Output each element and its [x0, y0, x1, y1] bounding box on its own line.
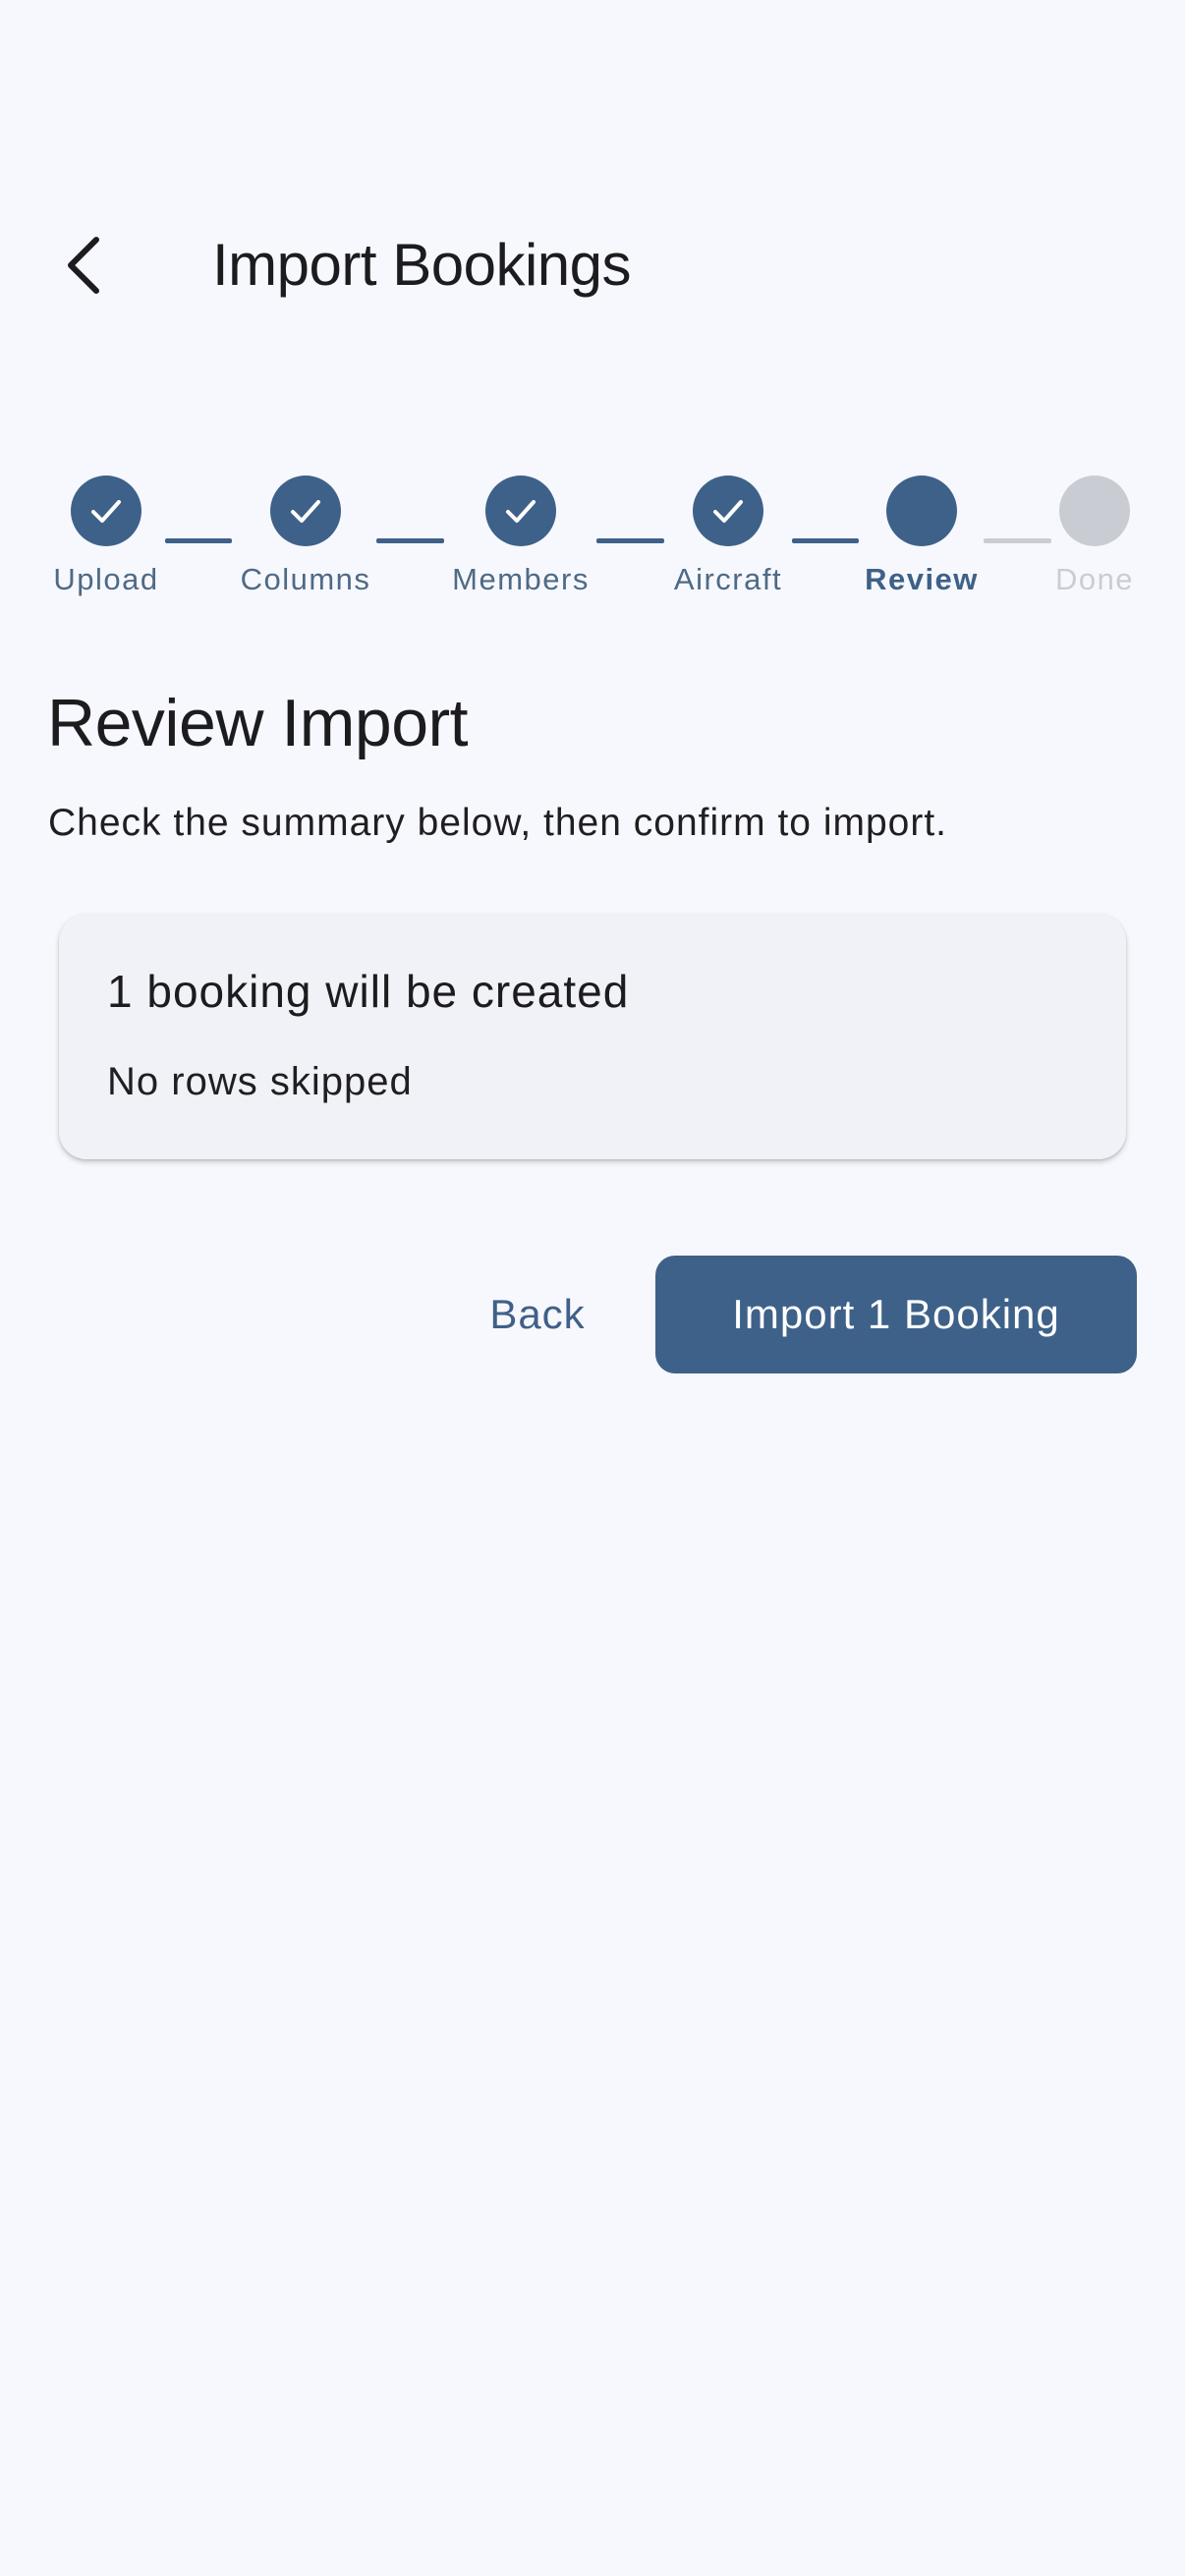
import-stepper: Upload Columns Members Aircraft Review Done — [0, 476, 1185, 613]
check-icon — [713, 500, 743, 523]
step-indicator — [270, 476, 341, 546]
check-icon — [506, 500, 536, 523]
step-review: Review — [833, 476, 1010, 599]
check-icon — [291, 500, 320, 523]
step-label: Members — [452, 562, 590, 596]
step-indicator — [693, 476, 763, 546]
step-label: Review — [865, 562, 979, 596]
summary-subtext: No rows skipped — [107, 1060, 413, 1103]
section-description: Check the summary below, then confirm to… — [48, 802, 948, 844]
step-indicator — [1059, 476, 1130, 546]
step-aircraft: Aircraft — [640, 476, 817, 599]
step-done: Done — [1006, 476, 1183, 599]
step-indicator — [886, 476, 957, 546]
section-title: Review Import — [47, 686, 469, 760]
step-label: Aircraft — [673, 562, 783, 596]
step-columns: Columns — [217, 476, 394, 599]
step-indicator — [71, 476, 141, 546]
step-indicator — [485, 476, 556, 546]
back-button[interactable]: Back — [448, 1256, 627, 1373]
app-bar: Import Bookings — [0, 196, 1185, 334]
summary-headline: 1 booking will be created — [107, 966, 630, 1017]
back-arrow-icon[interactable] — [43, 226, 122, 305]
step-label: Upload — [53, 562, 159, 596]
summary-card: 1 booking will be created No rows skippe… — [59, 914, 1126, 1159]
step-upload: Upload — [18, 476, 195, 599]
check-icon — [91, 500, 121, 523]
step-members: Members — [432, 476, 609, 599]
page-title: Import Bookings — [212, 232, 632, 298]
step-label: Done — [1054, 562, 1135, 596]
import-button[interactable]: Import 1 Booking — [655, 1256, 1137, 1373]
step-label: Columns — [240, 562, 371, 596]
